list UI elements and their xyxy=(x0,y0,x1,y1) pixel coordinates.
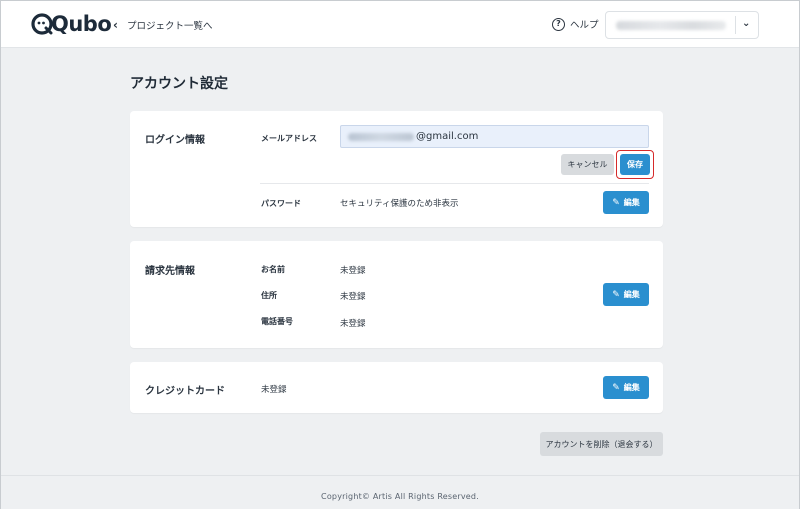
password-label: パスワード xyxy=(261,199,301,208)
account-selector[interactable]: ⌄ xyxy=(605,11,759,39)
credit-card-title: クレジットカード xyxy=(145,386,225,397)
edit-password-label: 編集 xyxy=(623,198,640,207)
back-link-label: プロジェクト一覧へ xyxy=(126,21,213,32)
footer: Copyright© Artis All Rights Reserved. xyxy=(1,475,799,509)
password-value: セキュリティ保護のため非表示 xyxy=(340,199,459,209)
edit-credit-card-button[interactable]: ✎ 編集 xyxy=(603,376,649,399)
billing-info-title: 請求先情報 xyxy=(145,266,195,277)
edit-billing-label: 編集 xyxy=(623,290,640,299)
account-selector-divider xyxy=(735,16,736,34)
credit-card-value: 未登録 xyxy=(261,385,287,395)
email-label: メールアドレス xyxy=(261,134,317,143)
copyright-text: Copyright© Artis All Rights Reserved. xyxy=(321,492,479,501)
name-label: お名前 xyxy=(261,265,285,274)
page-title: アカウント設定 xyxy=(130,76,228,92)
divider xyxy=(260,183,649,184)
email-visible-part: @gmail.com xyxy=(416,131,479,142)
address-label: 住所 xyxy=(261,291,277,300)
pencil-icon: ✎ xyxy=(612,289,620,300)
account-selector-value xyxy=(616,21,726,30)
pencil-icon: ✎ xyxy=(612,197,620,208)
cancel-button[interactable]: キャンセル xyxy=(561,154,614,175)
logo-text: Qubo xyxy=(51,12,112,36)
billing-info-card: 請求先情報 お名前 未登録 住所 未登録 電話番号 未登録 ✎ 編集 xyxy=(130,241,663,348)
email-field[interactable]: @gmail.com xyxy=(340,125,649,148)
address-value: 未登録 xyxy=(340,292,366,302)
name-value: 未登録 xyxy=(340,266,366,276)
edit-billing-button[interactable]: ✎ 編集 xyxy=(603,283,649,306)
email-blurred-part xyxy=(348,132,414,141)
back-to-projects-link[interactable]: ‹ プロジェクト一覧へ xyxy=(113,18,212,32)
chevron-left-icon: ‹ xyxy=(113,18,118,32)
phone-label: 電話番号 xyxy=(261,317,293,326)
logo[interactable]: Qubo xyxy=(31,12,112,38)
chevron-down-icon[interactable]: ⌄ xyxy=(742,18,750,29)
credit-card-card: クレジットカード 未登録 ✎ 編集 xyxy=(130,362,663,413)
top-header: Qubo ‹ プロジェクト一覧へ ? ヘルプ ⌄ xyxy=(1,1,799,48)
pencil-icon: ✎ xyxy=(612,382,620,393)
save-button[interactable]: 保存 xyxy=(620,154,650,175)
question-circle-icon: ? xyxy=(552,17,565,31)
login-info-card: ログイン情報 メールアドレス @gmail.com キャンセル 保存 パスワード… xyxy=(130,111,663,227)
edit-password-button[interactable]: ✎ 編集 xyxy=(603,191,649,214)
delete-account-button[interactable]: アカウントを削除（退会する） xyxy=(540,432,663,456)
edit-credit-card-label: 編集 xyxy=(623,383,640,392)
help-link[interactable]: ? ヘルプ xyxy=(552,17,599,31)
logo-mark-icon xyxy=(31,13,53,35)
login-info-title: ログイン情報 xyxy=(145,135,205,146)
phone-value: 未登録 xyxy=(340,319,366,329)
help-label: ヘルプ xyxy=(570,20,599,31)
